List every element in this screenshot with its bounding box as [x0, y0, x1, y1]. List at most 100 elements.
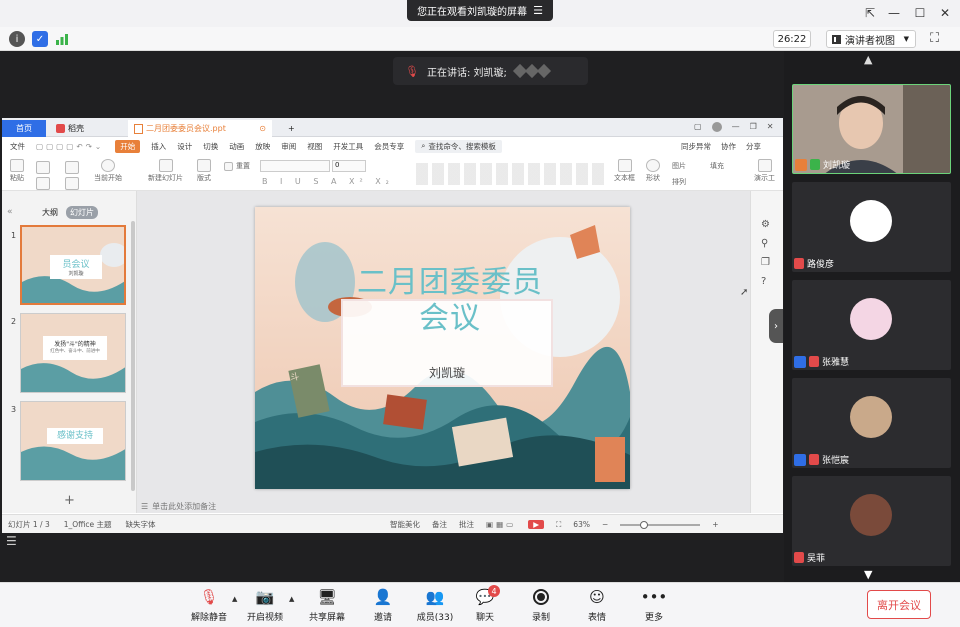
- view-mode-select[interactable]: 演讲者视图 ▼: [826, 30, 916, 48]
- slide-thumbnail-3[interactable]: 感谢支持: [20, 401, 126, 481]
- new-slide-button[interactable]: 新建幻灯片: [148, 159, 183, 183]
- slide-thumbnail-2[interactable]: 发扬"斗"的精神 红色中、奋斗中、前进中: [20, 313, 126, 393]
- pin-icon[interactable]: ⇱: [860, 4, 880, 22]
- video-button[interactable]: 📷 开启视频: [238, 587, 292, 623]
- zoom-slider[interactable]: [620, 520, 701, 529]
- chevron-up-icon[interactable]: ▲: [289, 595, 294, 603]
- slide-subtitle[interactable]: 刘凯璇: [341, 364, 553, 381]
- shared-screen[interactable]: 首页 稻壳 二月团委委员会议.ppt ⊙ + ▢ — ❐ ✕ 文件 ▢▢▢▢↶↷…: [2, 118, 783, 533]
- chat-button[interactable]: 💬 聊天: [458, 587, 512, 623]
- record-button[interactable]: 录制: [514, 587, 568, 623]
- tab-home[interactable]: 首页: [2, 120, 46, 137]
- participant-tile[interactable]: 张雅慧: [792, 280, 951, 370]
- fill-button[interactable]: 填充: [710, 161, 724, 171]
- paste-button[interactable]: 粘贴: [10, 159, 24, 183]
- info-icon[interactable]: i: [9, 31, 25, 47]
- slide-main[interactable]: 斗 二月团委委员会议 刘凯璇: [255, 207, 630, 489]
- format-icon[interactable]: [36, 177, 50, 190]
- avatar[interactable]: [711, 122, 722, 132]
- members-button[interactable]: 👥 成员(33): [408, 587, 462, 623]
- show-tools-button[interactable]: 演示工: [754, 159, 775, 183]
- menu-review[interactable]: 审阅: [281, 141, 296, 152]
- slide-thumbnail-1[interactable]: 员会议 刘凯璇: [20, 225, 126, 305]
- collab-button[interactable]: 协作: [721, 141, 736, 152]
- zoom-out-button[interactable]: −: [602, 520, 608, 529]
- menu-file[interactable]: 文件: [10, 141, 25, 152]
- arrange-button[interactable]: 排列: [672, 177, 686, 187]
- layout-icon[interactable]: ▢: [694, 122, 702, 132]
- share-screen-button[interactable]: 🖥 共享屏幕: [300, 587, 354, 623]
- participant-tile[interactable]: 刘凯璇: [792, 84, 951, 174]
- maximize-button[interactable]: ☐: [910, 4, 930, 22]
- brush-icon[interactable]: [65, 177, 79, 190]
- menu-transition[interactable]: 切换: [203, 141, 218, 152]
- tab-daoke[interactable]: 稻壳: [50, 120, 124, 137]
- collapse-panel-icon[interactable]: «: [7, 207, 13, 217]
- close-icon[interactable]: ✕: [767, 122, 774, 132]
- tab-outline[interactable]: 大纲: [42, 207, 58, 218]
- menu-view[interactable]: 视图: [307, 141, 322, 152]
- restore-icon[interactable]: ❐: [750, 122, 757, 132]
- mute-button[interactable]: 🎙 解除静音: [182, 587, 236, 623]
- share-doc-button[interactable]: 分享: [746, 141, 761, 152]
- menu-start[interactable]: 开始: [115, 139, 141, 153]
- shape-button[interactable]: 形状: [646, 159, 660, 183]
- tab-document[interactable]: 二月团委委员会议.ppt ⊙: [128, 120, 272, 137]
- copy-icon[interactable]: [65, 161, 79, 174]
- hamburger-icon[interactable]: ☰: [6, 534, 17, 548]
- notes-area[interactable]: ☰ 单击此处添加备注: [137, 500, 750, 513]
- panel-scrollbar[interactable]: [131, 221, 135, 491]
- cut-icon[interactable]: [36, 161, 50, 174]
- more-button[interactable]: ••• 更多: [627, 587, 681, 623]
- add-slide-button[interactable]: +: [64, 493, 75, 508]
- menu-insert[interactable]: 插入: [151, 141, 166, 152]
- reactions-button[interactable]: ☺ 表情: [570, 587, 624, 623]
- leave-meeting-button[interactable]: 离开会议: [867, 590, 931, 619]
- minimize-icon[interactable]: —: [732, 122, 740, 132]
- menu-icon[interactable]: ☰: [533, 4, 543, 17]
- image-button[interactable]: 图片: [672, 161, 686, 171]
- help-icon[interactable]: ?: [761, 276, 770, 287]
- paragraph-group[interactable]: [416, 163, 606, 185]
- menu-animation[interactable]: 动画: [229, 141, 244, 152]
- slide-title[interactable]: 二月团委委员会议: [355, 265, 545, 337]
- invite-button[interactable]: 👤 邀请: [356, 587, 410, 623]
- comment-button[interactable]: 批注: [459, 519, 474, 530]
- textbox-button[interactable]: 文本框: [614, 159, 635, 183]
- participant-tile[interactable]: 路俊彦: [792, 182, 951, 272]
- menu-developer[interactable]: 开发工具: [333, 141, 363, 152]
- notes-button[interactable]: 备注: [432, 519, 447, 530]
- view-buttons[interactable]: ▣▦▭: [486, 520, 516, 529]
- zoom-in-button[interactable]: +: [712, 520, 718, 529]
- minimize-button[interactable]: —: [884, 4, 904, 22]
- settings-icon[interactable]: ⚙: [761, 219, 770, 230]
- font-style-buttons[interactable]: B I U S A X² X₂: [262, 177, 394, 186]
- fit-icon[interactable]: ⛶: [556, 520, 561, 530]
- close-tab-icon[interactable]: ⊙: [259, 124, 266, 133]
- from-current-button[interactable]: 当前开始: [94, 159, 122, 183]
- share-banner[interactable]: 您正在观看刘凯璇的屏幕 ☰: [407, 0, 553, 21]
- missing-font[interactable]: 缺失字体: [126, 519, 156, 530]
- participant-tile[interactable]: 张恺宸: [792, 378, 951, 468]
- scroll-up-icon[interactable]: ▲: [864, 53, 872, 66]
- menu-vip[interactable]: 会员专享: [374, 141, 404, 152]
- pin-icon[interactable]: ⚲: [761, 238, 770, 249]
- signal-icon[interactable]: [55, 32, 69, 46]
- fullscreen-icon[interactable]: ⛶: [930, 31, 939, 46]
- close-button[interactable]: ✕: [935, 4, 955, 22]
- scroll-down-icon[interactable]: ▼: [864, 568, 872, 581]
- copy-icon[interactable]: ❐: [761, 257, 770, 268]
- menu-slideshow[interactable]: 放映: [255, 141, 270, 152]
- font-family-select[interactable]: [260, 160, 330, 172]
- search-box[interactable]: ⌕ 查找命令、搜索模板: [415, 139, 502, 153]
- chevron-up-icon[interactable]: ▲: [232, 595, 237, 603]
- menu-design[interactable]: 设计: [177, 141, 192, 152]
- expand-panel-button[interactable]: ›: [769, 309, 783, 343]
- reset-button[interactable]: 重置: [224, 161, 250, 171]
- new-tab-button[interactable]: +: [282, 120, 301, 137]
- shield-icon[interactable]: ✓: [32, 31, 48, 47]
- tab-slides[interactable]: 幻灯片: [66, 206, 98, 219]
- layout-button[interactable]: 版式: [197, 159, 211, 183]
- participant-tile[interactable]: 吴菲: [792, 476, 951, 566]
- font-size-select[interactable]: 0: [332, 160, 366, 172]
